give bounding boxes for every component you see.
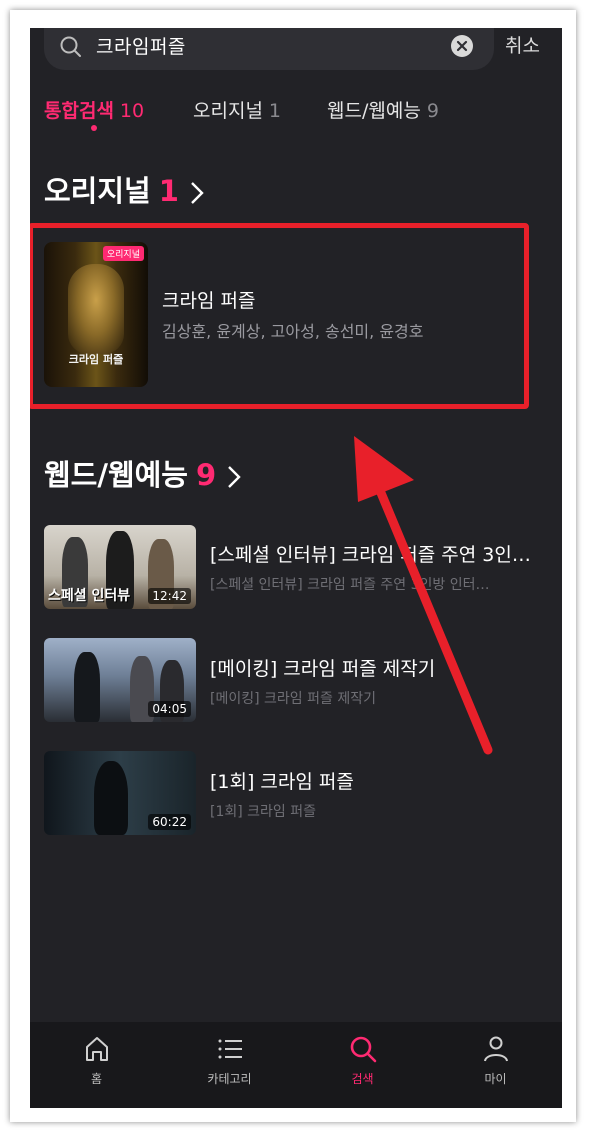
annotation-arrow <box>354 436 493 755</box>
nav-home[interactable]: 홈 <box>30 1034 163 1087</box>
tab-label: 웹드/웹예능 <box>327 100 421 122</box>
nav-my[interactable]: 마이 <box>429 1034 562 1087</box>
section-title: 웹드/웹예능 <box>44 458 188 492</box>
tab-webdrama[interactable]: 웹드/웹예능 9 <box>327 96 439 123</box>
duration-badge: 60:22 <box>148 814 191 830</box>
webdrama-section-header[interactable]: 웹드/웹예능 9 <box>44 452 242 494</box>
duration-badge: 04:05 <box>148 701 191 717</box>
clip-thumbnail[interactable]: 04:05 <box>44 638 196 722</box>
clip-thumbnail[interactable]: 스페셜 인터뷰 12:42 <box>44 525 196 609</box>
nav-label: 검색 <box>351 1072 374 1086</box>
clip-subtitle: [1회] 크라임 퍼즐 <box>210 804 317 820</box>
nav-label: 홈 <box>90 1072 103 1086</box>
search-icon <box>60 36 81 57</box>
home-icon <box>85 1037 108 1061</box>
nav-category[interactable]: 카테고리 <box>163 1034 296 1087</box>
tab-originals[interactable]: 오리지널 1 <box>193 96 281 123</box>
thumbnail-person <box>94 761 128 835</box>
chevron-right-icon <box>191 182 204 204</box>
menu-icon <box>218 1039 242 1059</box>
tab-count: 1 <box>268 100 282 122</box>
cancel-button[interactable]: 취소 <box>505 31 540 58</box>
clip-thumbnail[interactable]: 60:22 <box>44 751 196 835</box>
bottom-navigation: 홈 카테고리 검색 마이 <box>30 1022 562 1108</box>
section-title: 오리지널 <box>44 174 151 208</box>
nav-search[interactable]: 검색 <box>296 1034 429 1087</box>
annotation-highlight-box <box>30 223 529 409</box>
originals-section-header[interactable]: 오리지널 1 <box>44 168 205 210</box>
thumbnail-person <box>74 652 100 722</box>
clear-icon[interactable] <box>450 34 474 58</box>
nav-label: 마이 <box>484 1072 507 1086</box>
section-count: 9 <box>196 458 217 492</box>
section-count: 1 <box>158 174 179 208</box>
chevron-right-icon <box>228 466 241 488</box>
tab-label: 통합검색 <box>44 100 114 122</box>
tab-label: 오리지널 <box>193 100 263 122</box>
search-bar[interactable]: 크라임퍼즐 <box>44 28 494 70</box>
tab-all[interactable]: 통합검색 10 <box>44 96 144 123</box>
app-screen: 크라임퍼즐 취소 통합검색 10 오리지널 1 웹드/웹예능 9 오리지널 1 오리지널… <box>30 28 562 1108</box>
person-icon <box>483 1036 508 1062</box>
search-input[interactable]: 크라임퍼즐 <box>96 32 186 59</box>
search-icon <box>350 1036 376 1063</box>
duration-badge: 12:42 <box>148 588 191 604</box>
active-tab-indicator <box>91 125 97 131</box>
nav-label: 카테고리 <box>207 1072 252 1086</box>
tab-count: 10 <box>119 100 145 122</box>
tab-count: 9 <box>426 100 439 122</box>
thumbnail-label: 스페셜 인터뷰 <box>48 588 131 604</box>
